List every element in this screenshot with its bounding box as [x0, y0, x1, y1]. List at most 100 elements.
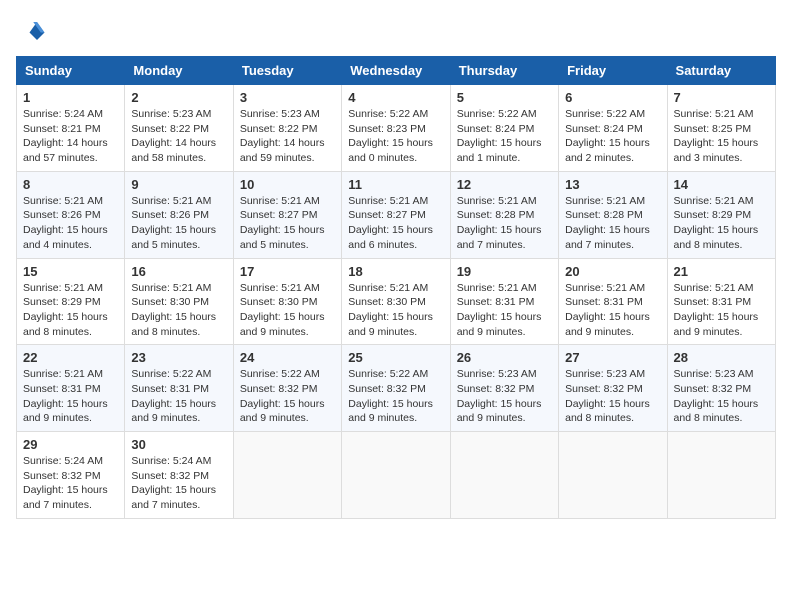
sunset-label: Sunset: 8:32 PM	[457, 383, 535, 395]
calendar-cell: 25 Sunrise: 5:22 AM Sunset: 8:32 PM Dayl…	[342, 345, 450, 432]
sunrise-label: Sunrise: 5:21 AM	[23, 282, 103, 294]
day-info: Sunrise: 5:22 AM Sunset: 8:24 PM Dayligh…	[457, 107, 552, 166]
day-number: 27	[565, 350, 660, 365]
day-of-week-header: Sunday	[17, 57, 125, 85]
day-number: 14	[674, 177, 769, 192]
sunset-label: Sunset: 8:32 PM	[565, 383, 643, 395]
calendar-cell: 28 Sunrise: 5:23 AM Sunset: 8:32 PM Dayl…	[667, 345, 775, 432]
day-info: Sunrise: 5:21 AM Sunset: 8:25 PM Dayligh…	[674, 107, 769, 166]
day-number: 23	[131, 350, 226, 365]
sunset-label: Sunset: 8:31 PM	[565, 296, 643, 308]
daylight-label: Daylight: 15 hours and 5 minutes.	[240, 224, 325, 251]
calendar-week-row: 15 Sunrise: 5:21 AM Sunset: 8:29 PM Dayl…	[17, 258, 776, 345]
day-number: 19	[457, 264, 552, 279]
sunset-label: Sunset: 8:32 PM	[23, 470, 101, 482]
day-number: 22	[23, 350, 118, 365]
daylight-label: Daylight: 15 hours and 8 minutes.	[131, 311, 216, 338]
daylight-label: Daylight: 15 hours and 9 minutes.	[457, 311, 542, 338]
daylight-label: Daylight: 15 hours and 9 minutes.	[565, 311, 650, 338]
sunset-label: Sunset: 8:32 PM	[674, 383, 752, 395]
sunrise-label: Sunrise: 5:21 AM	[240, 195, 320, 207]
sunset-label: Sunset: 8:32 PM	[131, 470, 209, 482]
day-number: 25	[348, 350, 443, 365]
day-info: Sunrise: 5:23 AM Sunset: 8:22 PM Dayligh…	[131, 107, 226, 166]
sunset-label: Sunset: 8:31 PM	[674, 296, 752, 308]
sunrise-label: Sunrise: 5:21 AM	[348, 195, 428, 207]
sunset-label: Sunset: 8:29 PM	[674, 209, 752, 221]
sunset-label: Sunset: 8:32 PM	[240, 383, 318, 395]
sunrise-label: Sunrise: 5:22 AM	[348, 368, 428, 380]
calendar-cell: 11 Sunrise: 5:21 AM Sunset: 8:27 PM Dayl…	[342, 171, 450, 258]
daylight-label: Daylight: 15 hours and 0 minutes.	[348, 137, 433, 164]
day-number: 16	[131, 264, 226, 279]
sunset-label: Sunset: 8:30 PM	[348, 296, 426, 308]
day-of-week-header: Wednesday	[342, 57, 450, 85]
sunset-label: Sunset: 8:32 PM	[348, 383, 426, 395]
sunrise-label: Sunrise: 5:21 AM	[565, 195, 645, 207]
calendar-cell: 23 Sunrise: 5:22 AM Sunset: 8:31 PM Dayl…	[125, 345, 233, 432]
sunset-label: Sunset: 8:22 PM	[240, 123, 318, 135]
day-number: 17	[240, 264, 335, 279]
sunrise-label: Sunrise: 5:21 AM	[457, 195, 537, 207]
calendar-week-row: 29 Sunrise: 5:24 AM Sunset: 8:32 PM Dayl…	[17, 432, 776, 519]
day-number: 4	[348, 90, 443, 105]
day-number: 1	[23, 90, 118, 105]
sunrise-label: Sunrise: 5:22 AM	[240, 368, 320, 380]
sunset-label: Sunset: 8:24 PM	[457, 123, 535, 135]
day-number: 5	[457, 90, 552, 105]
day-number: 21	[674, 264, 769, 279]
calendar-cell: 3 Sunrise: 5:23 AM Sunset: 8:22 PM Dayli…	[233, 85, 341, 172]
sunrise-label: Sunrise: 5:21 AM	[240, 282, 320, 294]
daylight-label: Daylight: 15 hours and 1 minute.	[457, 137, 542, 164]
day-number: 10	[240, 177, 335, 192]
calendar-table: SundayMondayTuesdayWednesdayThursdayFrid…	[16, 56, 776, 519]
day-info: Sunrise: 5:21 AM Sunset: 8:26 PM Dayligh…	[131, 194, 226, 253]
daylight-label: Daylight: 15 hours and 9 minutes.	[457, 398, 542, 425]
calendar-cell: 15 Sunrise: 5:21 AM Sunset: 8:29 PM Dayl…	[17, 258, 125, 345]
calendar-cell: 18 Sunrise: 5:21 AM Sunset: 8:30 PM Dayl…	[342, 258, 450, 345]
calendar-cell	[450, 432, 558, 519]
day-info: Sunrise: 5:21 AM Sunset: 8:30 PM Dayligh…	[348, 281, 443, 340]
sunrise-label: Sunrise: 5:24 AM	[23, 108, 103, 120]
daylight-label: Daylight: 14 hours and 58 minutes.	[131, 137, 216, 164]
sunset-label: Sunset: 8:28 PM	[565, 209, 643, 221]
day-info: Sunrise: 5:21 AM Sunset: 8:27 PM Dayligh…	[240, 194, 335, 253]
daylight-label: Daylight: 15 hours and 6 minutes.	[348, 224, 433, 251]
calendar-cell: 24 Sunrise: 5:22 AM Sunset: 8:32 PM Dayl…	[233, 345, 341, 432]
daylight-label: Daylight: 15 hours and 4 minutes.	[23, 224, 108, 251]
daylight-label: Daylight: 15 hours and 8 minutes.	[565, 398, 650, 425]
sunset-label: Sunset: 8:26 PM	[131, 209, 209, 221]
day-info: Sunrise: 5:21 AM Sunset: 8:31 PM Dayligh…	[565, 281, 660, 340]
day-info: Sunrise: 5:22 AM Sunset: 8:31 PM Dayligh…	[131, 367, 226, 426]
calendar-cell: 14 Sunrise: 5:21 AM Sunset: 8:29 PM Dayl…	[667, 171, 775, 258]
sunrise-label: Sunrise: 5:24 AM	[23, 455, 103, 467]
sunrise-label: Sunrise: 5:21 AM	[131, 282, 211, 294]
day-info: Sunrise: 5:21 AM Sunset: 8:26 PM Dayligh…	[23, 194, 118, 253]
calendar-cell: 26 Sunrise: 5:23 AM Sunset: 8:32 PM Dayl…	[450, 345, 558, 432]
sunset-label: Sunset: 8:22 PM	[131, 123, 209, 135]
calendar-cell: 4 Sunrise: 5:22 AM Sunset: 8:23 PM Dayli…	[342, 85, 450, 172]
calendar-cell: 27 Sunrise: 5:23 AM Sunset: 8:32 PM Dayl…	[559, 345, 667, 432]
daylight-label: Daylight: 15 hours and 9 minutes.	[23, 398, 108, 425]
logo-icon	[16, 16, 46, 46]
sunrise-label: Sunrise: 5:22 AM	[457, 108, 537, 120]
day-number: 28	[674, 350, 769, 365]
daylight-label: Daylight: 15 hours and 3 minutes.	[674, 137, 759, 164]
daylight-label: Daylight: 15 hours and 9 minutes.	[674, 311, 759, 338]
sunset-label: Sunset: 8:31 PM	[23, 383, 101, 395]
day-number: 15	[23, 264, 118, 279]
calendar-cell	[559, 432, 667, 519]
page-header	[16, 16, 776, 46]
sunset-label: Sunset: 8:31 PM	[131, 383, 209, 395]
day-info: Sunrise: 5:24 AM Sunset: 8:32 PM Dayligh…	[23, 454, 118, 513]
day-number: 8	[23, 177, 118, 192]
calendar-cell: 20 Sunrise: 5:21 AM Sunset: 8:31 PM Dayl…	[559, 258, 667, 345]
daylight-label: Daylight: 15 hours and 8 minutes.	[674, 398, 759, 425]
calendar-cell: 22 Sunrise: 5:21 AM Sunset: 8:31 PM Dayl…	[17, 345, 125, 432]
sunrise-label: Sunrise: 5:21 AM	[131, 195, 211, 207]
sunrise-label: Sunrise: 5:23 AM	[457, 368, 537, 380]
calendar-cell: 16 Sunrise: 5:21 AM Sunset: 8:30 PM Dayl…	[125, 258, 233, 345]
calendar-cell: 7 Sunrise: 5:21 AM Sunset: 8:25 PM Dayli…	[667, 85, 775, 172]
day-number: 6	[565, 90, 660, 105]
day-number: 30	[131, 437, 226, 452]
